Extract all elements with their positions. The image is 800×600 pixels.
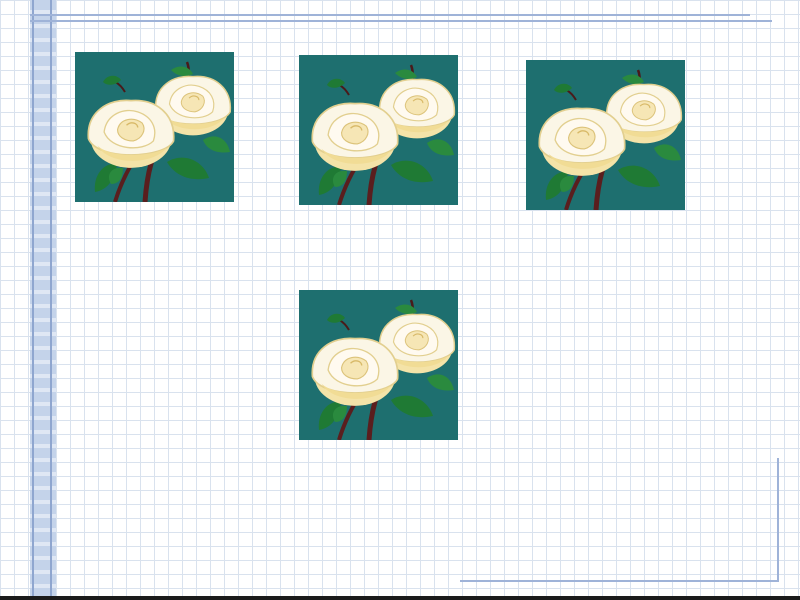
notebook-margin-line [32, 0, 34, 600]
bottom-edge-strip [0, 596, 800, 600]
corner-bracket-vertical [777, 458, 779, 582]
corner-bracket-horizontal [460, 580, 779, 582]
white-roses-icon [299, 55, 458, 205]
white-roses-icon [526, 60, 685, 210]
notebook-header-line [30, 20, 772, 22]
white-roses-icon [299, 290, 458, 440]
white-roses-image [526, 60, 685, 210]
notebook-header-line [30, 14, 750, 16]
white-roses-image [299, 290, 458, 440]
notebook-margin-line [50, 0, 52, 600]
white-roses-icon [75, 52, 234, 202]
white-roses-image [299, 55, 458, 205]
white-roses-image [75, 52, 234, 202]
